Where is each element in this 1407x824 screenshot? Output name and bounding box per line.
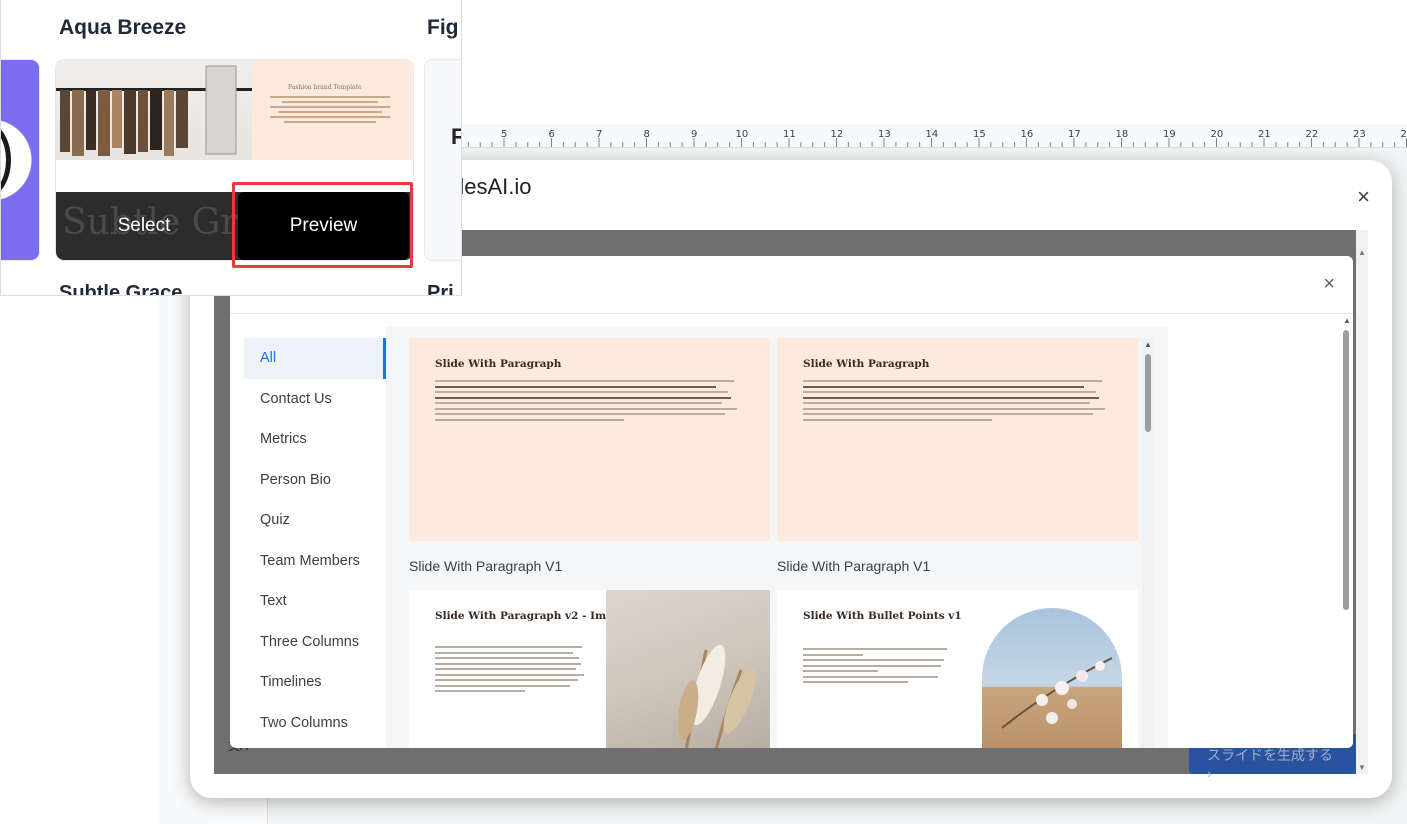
dialog-title: desAI.io (452, 174, 532, 199)
paragraph-placeholder (435, 380, 740, 424)
template-preview-text: Fashion brand Template (252, 60, 413, 160)
category-contact-us[interactable]: Contact Us (244, 379, 386, 420)
paragraph-placeholder (803, 380, 1108, 424)
category-text[interactable]: Text (244, 581, 386, 622)
template-thumbnail[interactable]: Slide With Paragraph (409, 338, 770, 541)
cherry-blossom-image (982, 608, 1122, 748)
theme-picker-popup: Aqua Breeze Fig Fashion brand Template S… (0, 0, 462, 296)
outer-scrollbar[interactable]: ▲ ▼ (1356, 230, 1368, 774)
ruler-number: 8 (643, 129, 650, 140)
theme-title-next: Pri (427, 282, 454, 296)
template-thumbnail[interactable]: Slide With Bullet Points v1 (777, 590, 1138, 748)
ruler-number: 14 (925, 129, 939, 140)
scroll-down-arrow-icon[interactable]: ▼ (1358, 763, 1366, 772)
slide-title: Slide With Paragraph (435, 358, 562, 370)
ruler-number: 9 (691, 129, 698, 140)
screen: 5 6 7 8 9 10 11 12 13 14 15 16 17 18 19 20 21 22 23 24 desA… (0, 0, 1407, 824)
scroll-up-arrow-icon[interactable]: ▲ (1358, 248, 1366, 257)
clothing-rack-image (56, 60, 252, 160)
theme-title-next: Fig (427, 16, 459, 39)
template-thumbnail[interactable]: Slide With Paragraph (777, 338, 1138, 541)
scroll-up-arrow-icon[interactable]: ▲ (1144, 340, 1152, 349)
theme-card-partial[interactable] (1, 60, 39, 260)
template-grid: Slide With Paragraph Slide With Paragrap… (386, 326, 1168, 748)
ruler-number: 21 (1258, 129, 1271, 140)
category-quiz[interactable]: Quiz (244, 500, 386, 541)
body-text-placeholder (270, 96, 390, 126)
close-icon[interactable]: × (1323, 274, 1335, 294)
slide-title: Slide With Paragraph (803, 358, 930, 370)
category-timelines[interactable]: Timelines (244, 662, 386, 703)
template-thumbnail[interactable]: Slide With Paragraph v2 - Image (409, 590, 770, 748)
select-button[interactable]: Select (56, 192, 232, 260)
theme-card-partial[interactable] (425, 60, 461, 260)
ruler-number: 7 (596, 129, 603, 140)
ruler-number: 23 (1353, 129, 1366, 140)
blossom-branch-illustration (1001, 657, 1113, 729)
theme-title: Aqua Breeze (59, 16, 187, 39)
ruler-number: 16 (1020, 129, 1034, 140)
ruler-number: 12 (830, 129, 844, 140)
ruler-number: 20 (1210, 129, 1224, 140)
scrollbar-thumb[interactable] (1343, 330, 1349, 610)
ruler-number: 10 (735, 129, 749, 140)
pampas-grass-image (606, 590, 770, 748)
template-label[interactable]: Slide With Paragraph V1 (409, 558, 562, 574)
category-team-members[interactable]: Team Members (244, 541, 386, 582)
template-heading: Fashion brand Template (288, 84, 362, 91)
category-two-columns[interactable]: Two Columns (244, 703, 386, 744)
ruler-number: 19 (1163, 129, 1176, 140)
close-icon[interactable]: × (1357, 186, 1370, 208)
theme-title: Subtle Grace (59, 282, 183, 296)
template-label[interactable]: Slide With Paragraph V1 (777, 558, 930, 574)
clothing-rack-illustration (56, 65, 252, 156)
category-person-bio[interactable]: Person Bio (244, 460, 386, 501)
template-library-dialog: × All Contact Us Metrics Person Bio Quiz… (230, 256, 1353, 748)
ruler-number: 13 (878, 129, 891, 140)
template-grid-scrollbar[interactable]: ▲ (1142, 338, 1154, 748)
pampas-grass-illustration (677, 644, 757, 748)
scrollbar-thumb[interactable] (1145, 354, 1151, 432)
slide-title: Slide With Bullet Points v1 (803, 610, 962, 622)
horizontal-ruler[interactable]: 5 6 7 8 9 10 11 12 13 14 15 16 17 18 19 20 21 22 23 24 (440, 124, 1407, 148)
category-sidebar: All Contact Us Metrics Person Bio Quiz T… (244, 338, 386, 743)
ruler-number: 11 (783, 129, 796, 140)
theme-letter: F (451, 124, 461, 150)
bullet-placeholder (803, 648, 953, 687)
paragraph-placeholder (435, 646, 585, 696)
ruler-number: 6 (548, 129, 555, 140)
ruler-number: 18 (1115, 129, 1129, 140)
slide-title: Slide With Paragraph v2 - Image (435, 610, 627, 622)
ruler-number: 5 (501, 129, 508, 140)
scroll-up-arrow-icon[interactable]: ▲ (1343, 316, 1351, 325)
dialog-scrollbar[interactable]: ▲ (1339, 314, 1353, 748)
ruler-number: 15 (973, 129, 986, 140)
ruler-number: 22 (1305, 129, 1319, 140)
ruler-number: 24 (1400, 129, 1407, 140)
category-all[interactable]: All (244, 338, 386, 379)
preview-button[interactable]: Preview (238, 192, 409, 260)
category-three-columns[interactable]: Three Columns (244, 622, 386, 663)
category-metrics[interactable]: Metrics (244, 419, 386, 460)
ruler-number: 17 (1068, 129, 1081, 140)
